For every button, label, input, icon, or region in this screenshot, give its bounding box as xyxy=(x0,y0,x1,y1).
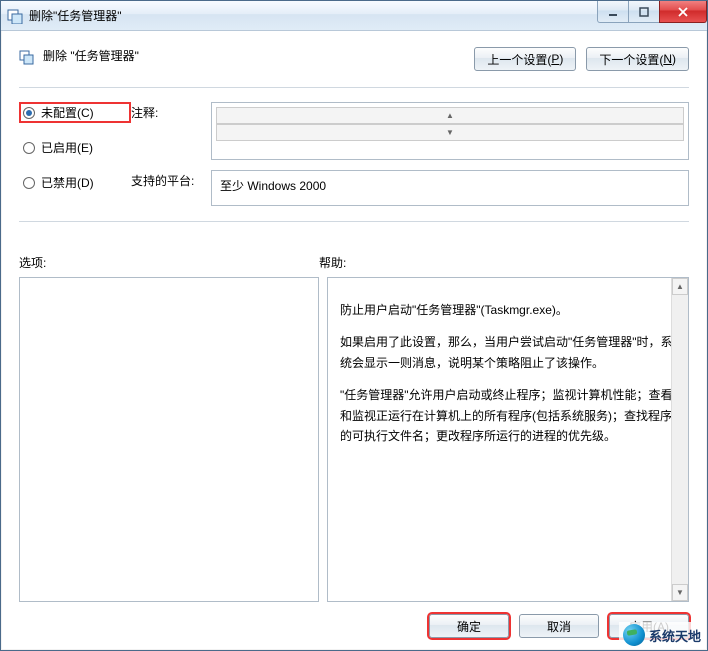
help-paragraph: "任务管理器"允许用户启动或终止程序；监视计算机性能；查看和监视正运行在计算机上… xyxy=(340,385,676,446)
panes-row: 防止用户启动"任务管理器"(Taskmgr.exe)。 如果启用了此设置，那么，… xyxy=(19,277,689,602)
pane-labels: 选项: 帮助: xyxy=(19,254,689,271)
watermark: 系统天地 xyxy=(619,622,705,648)
divider xyxy=(19,87,689,88)
radio-enabled-label: 已启用(E) xyxy=(41,139,93,156)
nav-buttons: 上一个设置(P) 下一个设置(N) xyxy=(474,47,689,71)
maximize-button[interactable] xyxy=(628,1,660,23)
radio-not-configured[interactable]: 未配置(C) xyxy=(19,102,131,123)
ok-button[interactable]: 确定 xyxy=(429,614,509,638)
info-column: 注释: ▲ ▼ 支持的平台: 至少 Windows 2000 xyxy=(131,102,689,206)
watermark-text: 系统天地 xyxy=(649,626,701,645)
window-controls xyxy=(598,1,707,23)
dialog-body: 删除 "任务管理器" 上一个设置(P) 下一个设置(N) 未配置(C) 已启用(… xyxy=(1,31,707,650)
comment-row: 注释: ▲ ▼ xyxy=(131,102,689,160)
state-radios: 未配置(C) 已启用(E) 已禁用(D) xyxy=(19,102,131,207)
scroll-up-icon[interactable]: ▲ xyxy=(672,278,688,295)
minimize-button[interactable] xyxy=(597,1,629,23)
platform-value: 至少 Windows 2000 xyxy=(211,170,689,206)
prev-setting-button[interactable]: 上一个设置(P) xyxy=(474,47,576,71)
help-label: 帮助: xyxy=(319,254,689,271)
radio-disabled[interactable]: 已禁用(D) xyxy=(19,172,131,193)
app-icon xyxy=(7,8,23,24)
help-content: 防止用户启动"任务管理器"(Taskmgr.exe)。 如果启用了此设置，那么，… xyxy=(328,278,688,601)
config-row: 未配置(C) 已启用(E) 已禁用(D) 注释: ▲ xyxy=(19,102,689,207)
radio-enabled[interactable]: 已启用(E) xyxy=(19,137,131,158)
scroll-down-icon[interactable]: ▼ xyxy=(216,124,684,141)
help-paragraph: 防止用户启动"任务管理器"(Taskmgr.exe)。 xyxy=(340,300,676,320)
globe-icon xyxy=(623,624,645,646)
close-button[interactable] xyxy=(659,1,707,23)
help-pane: 防止用户启动"任务管理器"(Taskmgr.exe)。 如果启用了此设置，那么，… xyxy=(327,277,689,602)
dialog-window: 删除"任务管理器" 删除 "任务管理器" 上一个设置(P) xyxy=(0,0,708,651)
scrollbar[interactable]: ▲ ▼ xyxy=(216,107,684,141)
radio-not-configured-label: 未配置(C) xyxy=(41,104,94,121)
policy-icon xyxy=(19,49,35,65)
options-content xyxy=(20,278,318,601)
comment-label: 注释: xyxy=(131,102,203,121)
help-paragraph: 如果启用了此设置，那么，当用户尝试启动"任务管理器"时，系统会显示一则消息，说明… xyxy=(340,332,676,373)
radio-dot-icon xyxy=(23,107,35,119)
platform-row: 支持的平台: 至少 Windows 2000 xyxy=(131,170,689,206)
scroll-down-icon[interactable]: ▼ xyxy=(672,584,688,601)
platform-label: 支持的平台: xyxy=(131,170,203,189)
options-pane xyxy=(19,277,319,602)
title-bar: 删除"任务管理器" xyxy=(1,1,707,31)
cancel-button[interactable]: 取消 xyxy=(519,614,599,638)
scrollbar[interactable]: ▲ ▼ xyxy=(671,278,688,601)
comment-textarea[interactable]: ▲ ▼ xyxy=(211,102,689,160)
divider xyxy=(19,221,689,222)
header-row: 删除 "任务管理器" 上一个设置(P) 下一个设置(N) xyxy=(19,47,689,71)
policy-title: 删除 "任务管理器" xyxy=(43,47,474,64)
scroll-up-icon[interactable]: ▲ xyxy=(216,107,684,124)
radio-disabled-label: 已禁用(D) xyxy=(41,174,94,191)
window-title: 删除"任务管理器" xyxy=(29,7,122,24)
radio-dot-icon xyxy=(23,177,35,189)
next-setting-button[interactable]: 下一个设置(N) xyxy=(586,47,689,71)
options-label: 选项: xyxy=(19,254,319,271)
footer-buttons: 确定 取消 应用(A) xyxy=(19,614,689,638)
radio-dot-icon xyxy=(23,142,35,154)
